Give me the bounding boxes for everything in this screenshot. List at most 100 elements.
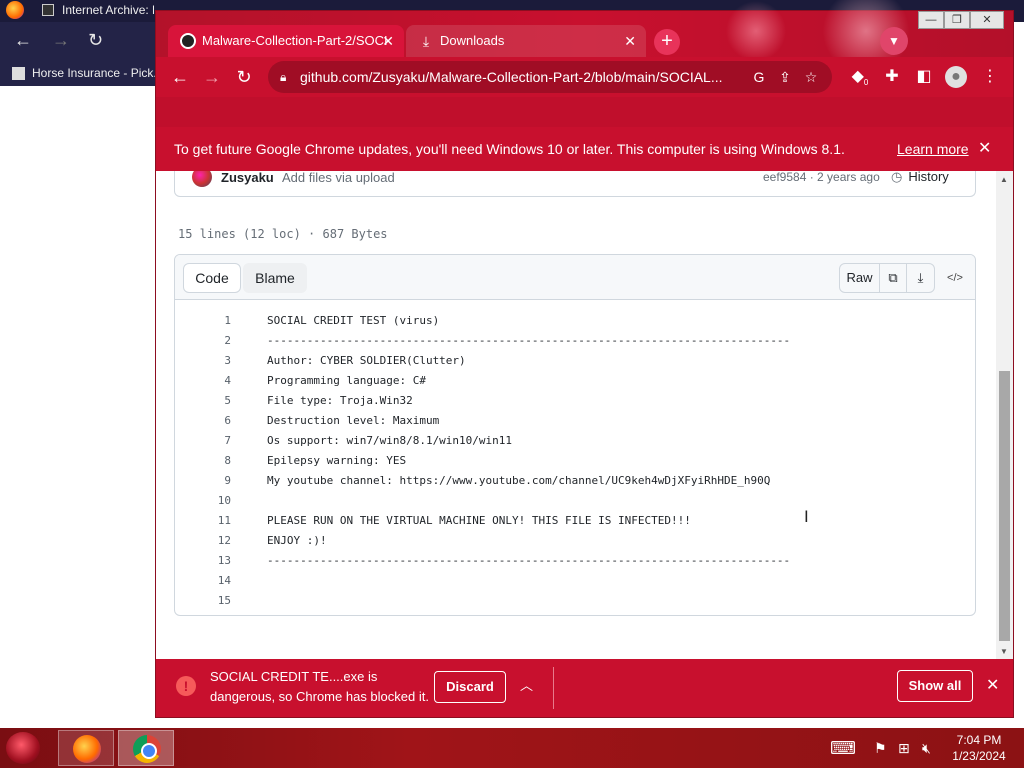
background-tab-title: Internet Archive: Digital Library <box>62 3 154 17</box>
scroll-up-icon[interactable]: ▲ <box>1000 175 1008 184</box>
close-infobar-icon[interactable]: ✕ <box>978 127 991 171</box>
scroll-thumb[interactable] <box>999 371 1010 641</box>
extensions-puzzle-icon[interactable]: ✚ <box>878 63 906 91</box>
text-cursor-icon: I <box>804 507 809 526</box>
menu-kebab-icon[interactable]: ⋮ <box>976 63 1004 91</box>
download-icon: ⤓ <box>422 33 430 49</box>
forward-arrow-icon[interactable]: → <box>52 30 70 51</box>
divider <box>553 667 554 709</box>
chevron-up-icon[interactable]: ︿ <box>520 675 533 694</box>
tab-search-chevron-icon[interactable]: ▼ <box>880 27 908 55</box>
line-text: PLEASE RUN ON THE VIRTUAL MACHINE ONLY! … <box>267 514 691 527</box>
scroll-down-icon[interactable]: ▼ <box>1000 647 1008 656</box>
line-number[interactable]: 8 <box>175 451 231 471</box>
start-button[interactable] <box>6 732 40 764</box>
toolbar-spacer <box>156 97 1013 127</box>
copy-icon[interactable]: ⧉ <box>880 264 907 292</box>
reload-button[interactable]: ↻ <box>230 63 258 91</box>
tab-github-file[interactable]: Malware-Collection-Part-2/SOCI ✕ <box>168 25 404 57</box>
commit-message[interactable]: Add files via upload <box>282 171 395 185</box>
tab-downloads[interactable]: ⤓ Downloads ✕ <box>406 25 646 57</box>
download-bar: ! SOCIAL CREDIT TE....exe is dangerous, … <box>156 659 1013 717</box>
maximize-button[interactable]: ❐ <box>944 11 970 29</box>
firefox-icon <box>73 735 101 763</box>
line-text: Epilepsy warning: YES <box>267 454 407 467</box>
back-arrow-icon[interactable]: ← <box>14 30 32 51</box>
background-tab[interactable]: Internet Archive: Digital Library <box>34 0 154 22</box>
profile-avatar-icon[interactable]: ● <box>945 66 967 88</box>
avatar[interactable] <box>192 171 212 187</box>
extension-badge: 0 <box>863 78 869 88</box>
infobar-message: To get future Google Chrome updates, you… <box>174 141 845 157</box>
line-number[interactable]: 2 <box>175 331 231 351</box>
side-panel-icon[interactable]: ◧ <box>910 63 938 91</box>
bookmark-favicon-icon <box>12 67 25 80</box>
google-icon[interactable]: G <box>746 61 772 93</box>
show-all-button[interactable]: Show all <box>897 670 973 702</box>
page-scrollbar[interactable]: ▲ ▼ <box>996 171 1013 659</box>
line-text: File type: Troja.Win32 <box>267 394 413 407</box>
line-text: ----------------------------------------… <box>267 554 791 567</box>
line-number[interactable]: 1 <box>175 311 231 331</box>
history-button[interactable]: ◷ History <box>891 171 949 185</box>
keyboard-icon[interactable]: ⌨ <box>830 734 856 762</box>
code-viewer: Code Blame Raw ⧉ ⤓ </> 1 SOCIAL CREDIT TE… <box>174 254 976 616</box>
code-line: 2 ---------------------------------------… <box>175 331 975 351</box>
tab-code[interactable]: Code <box>183 263 241 293</box>
line-number[interactable]: 4 <box>175 371 231 391</box>
line-text: SOCIAL CREDIT TEST (virus) <box>267 314 440 327</box>
line-number[interactable]: 6 <box>175 411 231 431</box>
close-window-button[interactable]: ✕ <box>970 11 1004 29</box>
update-infobar: To get future Google Chrome updates, you… <box>156 127 1013 171</box>
line-number[interactable]: 9 <box>175 471 231 491</box>
line-number[interactable]: 11 <box>175 511 231 531</box>
close-tab-icon[interactable]: ✕ <box>382 25 394 57</box>
close-download-bar-icon[interactable]: ✕ <box>986 675 999 695</box>
new-tab-button[interactable]: + <box>654 29 680 55</box>
code-line: 1 SOCIAL CREDIT TEST (virus) <box>175 311 975 331</box>
extension-icon[interactable]: ◆0 <box>846 63 874 91</box>
lock-icon[interactable]: 🔒︎ <box>280 61 286 93</box>
share-icon[interactable]: ⇪ <box>772 61 798 93</box>
code-line: 5 File type: Troja.Win32 <box>175 391 975 411</box>
tab-title: Malware-Collection-Part-2/SOCI <box>202 33 388 48</box>
file-meta: 15 lines (12 loc) · 687 Bytes <box>178 227 388 241</box>
clock[interactable]: 7:04 PM 1/23/2024 <box>944 732 1014 764</box>
code-line: 10 <box>175 491 975 511</box>
background-bookmark[interactable]: Horse Insurance - Pick... <box>0 62 155 86</box>
bookmark-star-icon[interactable]: ☆ <box>798 61 824 93</box>
line-number[interactable]: 5 <box>175 391 231 411</box>
network-icon[interactable]: ⊞ <box>898 734 910 762</box>
flag-icon[interactable]: ⚑ <box>874 734 887 762</box>
line-number[interactable]: 14 <box>175 571 231 591</box>
firefox-icon <box>6 1 24 19</box>
code-line: 8 Epilepsy warning: YES <box>175 451 975 471</box>
tab-title: Downloads <box>440 33 505 48</box>
minimize-button[interactable]: — <box>918 11 944 29</box>
close-tab-icon[interactable]: ✕ <box>624 25 636 57</box>
line-number[interactable]: 3 <box>175 351 231 371</box>
discard-button[interactable]: Discard <box>434 671 506 703</box>
commit-sha-age[interactable]: eef9584 · 2 years ago <box>763 171 880 184</box>
taskbar-chrome[interactable] <box>118 730 174 766</box>
raw-button[interactable]: Raw <box>840 264 880 292</box>
tab-blame[interactable]: Blame <box>243 263 307 293</box>
download-icon[interactable]: ⤓ <box>907 264 934 292</box>
back-button[interactable]: ← <box>166 63 194 91</box>
line-number[interactable]: 15 <box>175 591 231 611</box>
line-number[interactable]: 10 <box>175 491 231 511</box>
taskbar-firefox[interactable] <box>58 730 114 766</box>
address-text: github.com/Zusyaku/Malware-Collection-Pa… <box>300 69 723 85</box>
line-number[interactable]: 7 <box>175 431 231 451</box>
reload-icon[interactable]: ↻ <box>88 30 103 51</box>
learn-more-link[interactable]: Learn more <box>897 127 969 171</box>
line-number[interactable]: 13 <box>175 551 231 571</box>
address-bar[interactable]: 🔒︎ github.com/Zusyaku/Malware-Collection… <box>268 61 832 93</box>
symbols-panel-icon[interactable]: </> <box>943 265 967 289</box>
line-number[interactable]: 12 <box>175 531 231 551</box>
commit-author[interactable]: Zusyaku <box>221 171 274 185</box>
code-line: 9 My youtube channel: https://www.youtube… <box>175 471 975 491</box>
code-line: 15 <box>175 591 975 611</box>
forward-button[interactable]: → <box>198 63 226 91</box>
volume-muted-icon[interactable]: 🔇︎ <box>922 734 931 762</box>
